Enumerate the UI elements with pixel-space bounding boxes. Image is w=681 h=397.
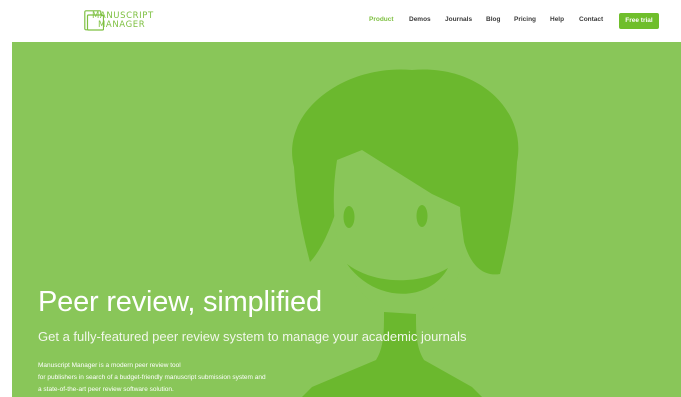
main-nav: Product Demos Journals Blog Pricing Help…: [0, 13, 681, 29]
nav-item-blog[interactable]: Blog: [486, 16, 500, 23]
nav-item-contact[interactable]: Contact: [579, 16, 603, 23]
nav-item-pricing[interactable]: Pricing: [514, 16, 536, 23]
hero-body: Manuscript Manager is a modern peer revi…: [38, 360, 266, 396]
free-trial-button[interactable]: Free trial: [619, 13, 659, 29]
nav-item-help[interactable]: Help: [550, 16, 564, 23]
hero-body-line: Manuscript Manager is a modern peer revi…: [38, 362, 181, 369]
hero-body-line: for publishers in search of a budget-fri…: [38, 374, 266, 381]
hero-title: Peer review, simplified: [38, 286, 322, 318]
nav-item-journals[interactable]: Journals: [445, 16, 472, 23]
nav-item-demos[interactable]: Demos: [409, 16, 431, 23]
hero-section: Peer review, simplified Get a fully-feat…: [12, 42, 681, 397]
page: MANUSCRIPT MANAGER Product Demos Journal…: [0, 0, 681, 397]
hero-body-line: a state-of-the-art peer review software …: [38, 386, 174, 393]
nav-item-product[interactable]: Product: [369, 16, 394, 23]
hero-subtitle: Get a fully-featured peer review system …: [38, 329, 467, 344]
top-header: MANUSCRIPT MANAGER Product Demos Journal…: [0, 0, 681, 42]
